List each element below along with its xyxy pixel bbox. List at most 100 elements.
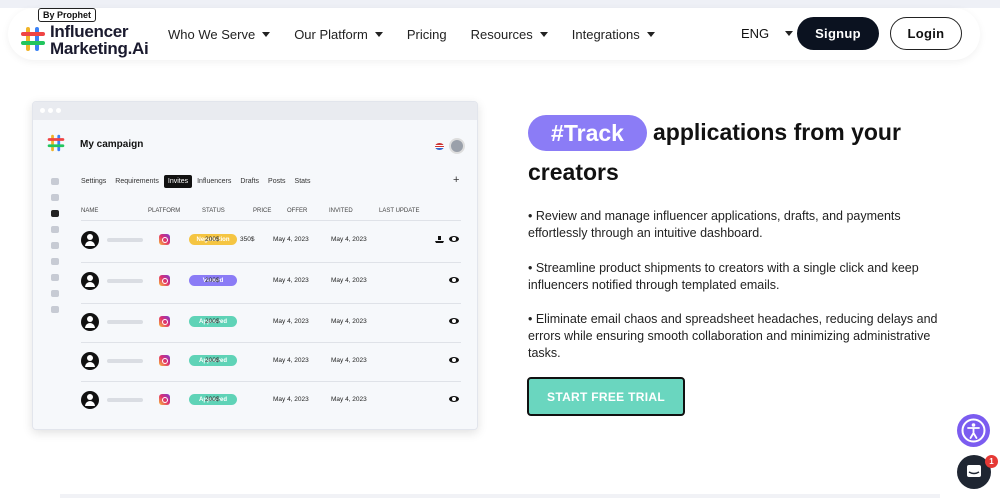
feature-bullet: • Eliminate email chaos and spreadsheet … xyxy=(528,312,938,360)
track-pill: #Track xyxy=(528,115,647,151)
hashtag-logo-icon xyxy=(21,27,45,51)
eye-icon[interactable] xyxy=(449,236,459,242)
nav-links: Who We Serve Our Platform Pricing Resources… xyxy=(168,8,679,60)
list-icon[interactable] xyxy=(51,194,59,201)
nav-link-our-platform[interactable]: Our Platform xyxy=(294,27,383,42)
invited-cell: May 4, 2023 xyxy=(273,396,309,403)
name-placeholder xyxy=(107,279,143,283)
eye-icon[interactable] xyxy=(449,357,459,363)
mockup-sidebar xyxy=(51,178,63,322)
notification-badge: 1 xyxy=(985,455,998,468)
nav-link-who-we-serve[interactable]: Who We Serve xyxy=(168,26,271,42)
column-header: NAME xyxy=(81,208,99,214)
logo-badge: By Prophet xyxy=(38,8,97,22)
row-divider xyxy=(81,381,461,382)
top-band xyxy=(0,0,1000,8)
tab-stats[interactable]: Stats xyxy=(291,175,315,188)
start-free-trial-button[interactable]: START FREE TRIAL xyxy=(527,377,685,416)
accessibility-icon xyxy=(961,418,986,443)
instagram-icon xyxy=(159,316,170,327)
avatar[interactable] xyxy=(449,138,465,154)
nav-link-label: Integrations xyxy=(571,26,640,42)
shipment-icon[interactable] xyxy=(435,235,444,243)
last-update-cell: May 4, 2023 xyxy=(331,277,367,284)
row-divider xyxy=(81,303,461,304)
column-header: PRICE xyxy=(253,208,272,214)
name-placeholder xyxy=(107,359,143,363)
instagram-icon xyxy=(159,234,170,245)
price-cell: 200$ xyxy=(205,357,220,364)
chevron-down-icon xyxy=(539,31,548,37)
row-divider xyxy=(81,342,461,343)
name-placeholder xyxy=(107,398,143,402)
megaphone-icon[interactable] xyxy=(51,210,59,217)
accessibility-button[interactable] xyxy=(957,414,990,447)
headset-icon[interactable] xyxy=(51,274,59,281)
row-divider xyxy=(81,262,461,263)
table-row[interactable]: Viewed 200$ May 4, 2023 May 4, 2023 xyxy=(81,270,461,292)
invited-cell: May 4, 2023 xyxy=(273,236,309,243)
eye-icon[interactable] xyxy=(449,396,459,402)
nav-link-label: Pricing xyxy=(406,26,447,42)
document-icon[interactable] xyxy=(51,258,59,265)
last-update-cell: May 4, 2023 xyxy=(331,357,367,364)
add-icon[interactable]: + xyxy=(453,174,459,186)
last-update-cell: May 4, 2023 xyxy=(331,318,367,325)
language-selector[interactable]: ENG xyxy=(741,26,794,41)
nav-link-label: Resources xyxy=(470,26,533,42)
avatar xyxy=(81,313,99,331)
last-update-cell: May 4, 2023 xyxy=(331,396,367,403)
eye-icon[interactable] xyxy=(449,318,459,324)
column-header: LAST UPDATE xyxy=(379,208,420,214)
dashboard-mockup: My campaign Settings Requirements Invites I… xyxy=(32,101,478,430)
campaign-title: My campaign xyxy=(80,139,144,150)
tab-influencers[interactable]: Influencers xyxy=(193,175,235,188)
offer-cell: 350$ xyxy=(240,236,255,243)
window-titlebar xyxy=(33,102,477,120)
invited-cell: May 4, 2023 xyxy=(273,357,309,364)
login-button[interactable]: Login xyxy=(890,17,962,50)
nav-link-integrations[interactable]: Integrations xyxy=(572,27,655,42)
team-icon[interactable] xyxy=(51,306,59,313)
price-cell: 200$ xyxy=(205,277,220,284)
price-cell: 200$ xyxy=(205,318,220,325)
tab-settings[interactable]: Settings xyxy=(77,175,110,188)
eye-icon[interactable] xyxy=(449,277,459,283)
tab-posts[interactable]: Posts xyxy=(264,175,290,188)
column-header: PLATFORM xyxy=(148,208,181,214)
table-row[interactable]: Approved 200$ May 4, 2023 May 4, 2023 xyxy=(81,311,461,333)
mockup-content: My campaign Settings Requirements Invites I… xyxy=(33,120,477,429)
table-row[interactable]: Approved 200$ May 4, 2023 May 4, 2023 xyxy=(81,350,461,372)
nav-link-resources[interactable]: Resources xyxy=(471,27,548,42)
user-settings-icon[interactable] xyxy=(51,290,59,297)
window-dot xyxy=(56,108,61,113)
window-dot xyxy=(48,108,53,113)
table-row[interactable]: Negotiation 200$ 350$ May 4, 2023 May 4, 202… xyxy=(81,229,461,251)
nav-link-pricing[interactable]: Pricing xyxy=(407,27,447,42)
column-header: INVITED xyxy=(329,208,353,214)
instagram-icon xyxy=(159,275,170,286)
us-flag-icon xyxy=(435,143,444,150)
navbar: By Prophet Influencer Marketing.Ai Who W… xyxy=(8,8,980,60)
nav-link-label: Who We Serve xyxy=(168,26,256,42)
search-icon[interactable] xyxy=(51,178,59,185)
tab-drafts[interactable]: Drafts xyxy=(236,175,263,188)
users-icon[interactable] xyxy=(51,226,59,233)
headline-line2: creators xyxy=(528,159,619,185)
table-row[interactable]: Approved 200$ May 4, 2023 May 4, 2023 xyxy=(81,389,461,411)
invited-cell: May 4, 2023 xyxy=(273,277,309,284)
last-update-cell: May 4, 2023 xyxy=(331,236,367,243)
tab-requirements[interactable]: Requirements xyxy=(111,175,163,188)
logo-line2: Marketing.Ai xyxy=(50,39,149,58)
feature-bullet: • Streamline product shipments to creato… xyxy=(528,261,919,292)
logo[interactable]: By Prophet Influencer Marketing.Ai xyxy=(20,8,160,58)
avatar xyxy=(81,391,99,409)
headline: applications from your xyxy=(653,119,901,145)
star-icon[interactable] xyxy=(51,242,59,249)
signup-button[interactable]: Signup xyxy=(797,17,879,50)
tab-invites[interactable]: Invites xyxy=(163,175,193,188)
avatar xyxy=(81,352,99,370)
name-placeholder xyxy=(107,320,143,324)
chevron-down-icon xyxy=(374,31,383,37)
language-label: ENG xyxy=(741,26,770,41)
